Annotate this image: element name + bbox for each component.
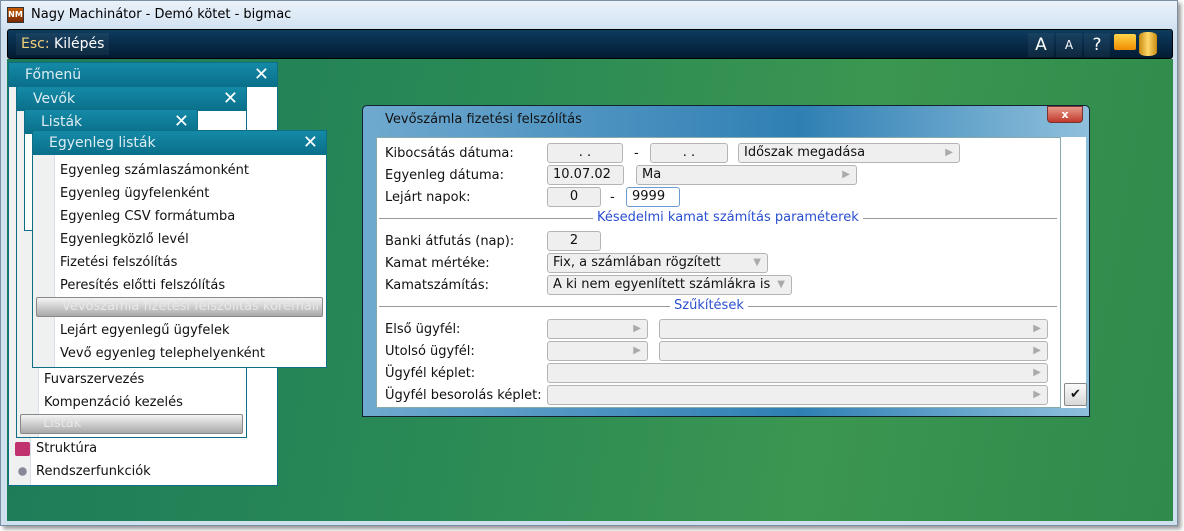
exit-button[interactable]: Esc: Kilépés (16, 33, 110, 55)
lists-menu-title-text: Listák (41, 114, 83, 130)
menu-item[interactable]: Egyenlegközlő levél (60, 232, 189, 247)
classification-formula-label: Ügyfél besorolás képlet: (385, 388, 542, 403)
app-logo-icon: NM (7, 6, 24, 23)
menu-item[interactable]: Vevő egyenleg telephelyenként (60, 346, 265, 361)
app-window: NM Nagy Machinátor - Demó kötet - bigmac… (0, 0, 1178, 526)
help-button[interactable]: ? (1084, 33, 1110, 57)
font-smaller-button[interactable]: A (1056, 33, 1082, 57)
dialog-close-button[interactable]: x (1047, 106, 1083, 123)
cube-icon (15, 442, 30, 456)
main-menu-title: Főmenü ✕ (9, 63, 277, 87)
menu-item[interactable]: Egyenleg CSV formátumba (60, 209, 235, 224)
chevron-right-icon: ▶ (1033, 345, 1041, 356)
title-bar: NM Nagy Machinátor - Demó kötet - bigmac (1, 1, 1177, 28)
menu-item[interactable]: Egyenleg számlaszámonként (60, 163, 249, 178)
interest-rate-value: Fix, a számlában rögzített (553, 255, 721, 270)
gears-icon (15, 465, 30, 478)
dash: - (610, 190, 615, 205)
customer-formula-field[interactable]: ▶ (547, 363, 1048, 383)
chevron-right-icon: ▶ (633, 345, 641, 356)
monitor-icon[interactable] (1114, 34, 1136, 50)
window-title: Nagy Machinátor - Demó kötet - bigmac (31, 7, 292, 22)
main-menu-title-text: Főmenü (25, 67, 82, 83)
last-customer-code[interactable]: ▶ (547, 341, 648, 361)
preset-value: Ma (642, 167, 662, 182)
menu-item-listak-selected[interactable]: Listák (20, 414, 243, 434)
classification-formula-field[interactable]: ▶ (547, 385, 1048, 405)
first-customer-label: Első ügyfél: (385, 322, 461, 337)
form-panel: Kibocsátás dátuma: . . - . . Időszak meg… (376, 137, 1061, 408)
interest-calc-value: A ki nem egyenlített számlákra is (553, 277, 771, 292)
overdue-days-to[interactable]: 9999 (626, 187, 680, 207)
bank-transfer-field[interactable]: 2 (547, 231, 601, 251)
customers-menu-title: Vevők ✕ (17, 87, 246, 111)
database-icon[interactable] (1139, 32, 1157, 56)
chevron-right-icon: ▶ (945, 147, 953, 158)
balance-lists-menu-title: Egyenleg listák ✕ (33, 131, 326, 155)
menu-item[interactable]: Egyenleg ügyfelenként (60, 186, 209, 201)
toolbar: Esc: Kilépés A A ? (7, 29, 1173, 59)
menu-gutter (33, 155, 55, 367)
interest-rate-select[interactable]: Fix, a számlában rögzített ▼ (547, 253, 768, 273)
interest-rate-label: Kamat mértéke: (385, 256, 490, 271)
chevron-right-icon: ▶ (842, 169, 850, 180)
font-larger-button[interactable]: A (1028, 33, 1054, 57)
close-icon[interactable]: ✕ (303, 131, 318, 155)
menu-item-struktura[interactable]: Struktúra (36, 441, 97, 456)
interest-calc-label: Kamatszámítás: (385, 278, 490, 293)
last-customer-label: Utolsó ügyfél: (385, 344, 475, 359)
chevron-right-icon: ▶ (1033, 367, 1041, 378)
overdue-days-from[interactable]: 0 (547, 187, 601, 207)
menu-item-selected[interactable]: Vevőszámla fizetési felszólítás köremail (36, 297, 323, 317)
balance-date-label: Egyenleg dátuma: (385, 168, 504, 183)
dialog-title: Vevőszámla fizetési felszólítás (385, 112, 582, 127)
section-filters: Szűkítések (670, 298, 748, 313)
menu-item-fuvarszervezes[interactable]: Fuvarszervezés (44, 372, 144, 387)
menu-item-rendszerfunkciok[interactable]: Rendszerfunkciók (36, 464, 151, 479)
period-select[interactable]: Időszak megadása ▶ (738, 143, 960, 163)
menu-item[interactable]: Fizetési felszólítás (60, 255, 177, 270)
chevron-down-icon: ▼ (777, 279, 785, 290)
bank-transfer-label: Banki átfutás (nap): (385, 234, 515, 249)
last-customer-name[interactable]: ▶ (659, 341, 1048, 361)
period-value: Időszak megadása (744, 145, 866, 160)
close-icon[interactable]: ✕ (223, 87, 238, 111)
issue-date-to[interactable]: . . (650, 143, 728, 163)
payment-reminder-dialog: Vevőszámla fizetési felszólítás x Kibocs… (362, 105, 1090, 417)
chevron-right-icon: ▶ (1033, 323, 1041, 334)
menu-item-kompenzacio[interactable]: Kompenzáció kezelés (44, 395, 183, 410)
ok-button[interactable]: ✔ (1064, 383, 1087, 406)
interest-calc-select[interactable]: A ki nem egyenlített számlákra is ▼ (547, 275, 792, 295)
issue-date-from[interactable]: . . (547, 143, 623, 163)
customer-formula-label: Ügyfél képlet: (385, 366, 476, 381)
first-customer-name[interactable]: ▶ (659, 319, 1048, 339)
dash: - (634, 146, 639, 161)
chevron-right-icon: ▶ (1033, 389, 1041, 400)
balance-date-field[interactable]: 10.07.02 (547, 165, 624, 185)
exit-key: Esc: (21, 36, 50, 52)
close-icon[interactable]: ✕ (254, 63, 269, 87)
chevron-down-icon: ▼ (753, 257, 761, 268)
balance-lists-menu-panel: Egyenleg listák ✕ Egyenleg számlaszámonké… (32, 130, 327, 368)
customers-menu-title-text: Vevők (33, 91, 76, 107)
chevron-right-icon: ▶ (633, 323, 641, 334)
menu-item[interactable]: Lejárt egyenlegű ügyfelek (60, 323, 229, 338)
issue-date-label: Kibocsátás dátuma: (385, 146, 514, 161)
exit-label: Kilépés (54, 36, 105, 52)
balance-date-preset[interactable]: Ma ▶ (636, 165, 857, 185)
first-customer-code[interactable]: ▶ (547, 319, 648, 339)
overdue-days-label: Lejárt napok: (385, 190, 471, 205)
balance-lists-title-text: Egyenleg listák (49, 135, 156, 151)
menu-item[interactable]: Peresítés előtti felszólítás (60, 278, 225, 293)
section-interest-params: Késedelmi kamat számítás paraméterek (593, 210, 863, 225)
side-panel (1061, 137, 1086, 408)
